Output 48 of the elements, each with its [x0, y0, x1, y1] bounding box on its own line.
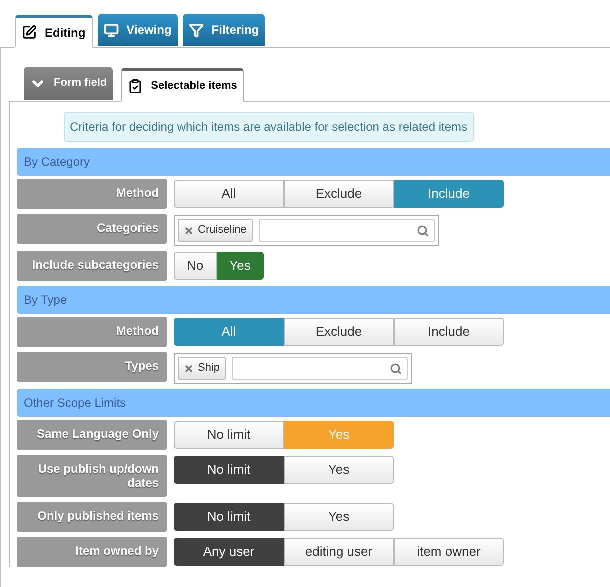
option-button[interactable]: item owner	[394, 538, 504, 566]
option-button[interactable]: Any user	[174, 538, 284, 566]
field-label: Method	[17, 317, 167, 347]
remove-icon[interactable]	[184, 364, 194, 374]
field-label: Item owned by	[17, 537, 167, 567]
option-button[interactable]: No limit	[174, 421, 284, 449]
field-label: Categories	[17, 214, 167, 244]
search-field[interactable]	[232, 357, 408, 380]
option-button[interactable]: Yes	[284, 503, 394, 531]
info-note: Criteria for deciding which items are available for selection as related items	[64, 112, 474, 142]
field-label: Include subcategories	[17, 251, 167, 281]
clipboard-check-icon	[128, 78, 144, 94]
edit-icon	[22, 25, 37, 40]
field-label: Use publish up/down dates	[17, 455, 167, 497]
tag-input[interactable]: Ship	[174, 353, 412, 384]
filter-icon	[188, 22, 204, 38]
main-tab[interactable]: Filtering	[182, 14, 266, 46]
option-button[interactable]: No	[174, 252, 217, 280]
section-header: By Type	[17, 286, 610, 314]
field-label: Types	[17, 352, 167, 382]
option-button[interactable]: Include	[394, 318, 504, 346]
option-button[interactable]: Exclude	[284, 180, 394, 208]
option-button[interactable]: All	[174, 180, 284, 208]
search-field[interactable]	[258, 219, 435, 242]
section-header: Other Scope Limits	[17, 389, 610, 417]
option-button[interactable]: All	[174, 318, 284, 346]
option-button[interactable]: No limit	[174, 503, 284, 531]
field-label: Same Language Only	[17, 420, 167, 450]
sub-tab[interactable]: Selectable items	[121, 68, 244, 102]
main-tab[interactable]: Viewing	[98, 14, 178, 46]
option-button[interactable]: Yes	[216, 252, 264, 280]
section-header: By Category	[17, 148, 610, 176]
search-icon	[416, 224, 429, 236]
option-button[interactable]: editing user	[284, 538, 394, 566]
option-button[interactable]: Include	[394, 180, 504, 208]
option-button[interactable]: Exclude	[284, 318, 394, 346]
search-icon	[390, 362, 402, 374]
sub-tab[interactable]: Form field	[24, 67, 114, 100]
tag-chip: Ship	[178, 357, 226, 380]
main-tab[interactable]: Editing	[15, 15, 93, 48]
tag-input[interactable]: Cruiseline	[174, 215, 439, 246]
monitor-icon	[104, 22, 119, 38]
option-button[interactable]: Yes	[284, 456, 394, 484]
field-label: Only published items	[17, 502, 167, 532]
tag-chip: Cruiseline	[178, 219, 253, 242]
option-button[interactable]: No limit	[174, 456, 284, 484]
remove-icon[interactable]	[184, 226, 194, 236]
field-label: Method	[17, 179, 167, 209]
